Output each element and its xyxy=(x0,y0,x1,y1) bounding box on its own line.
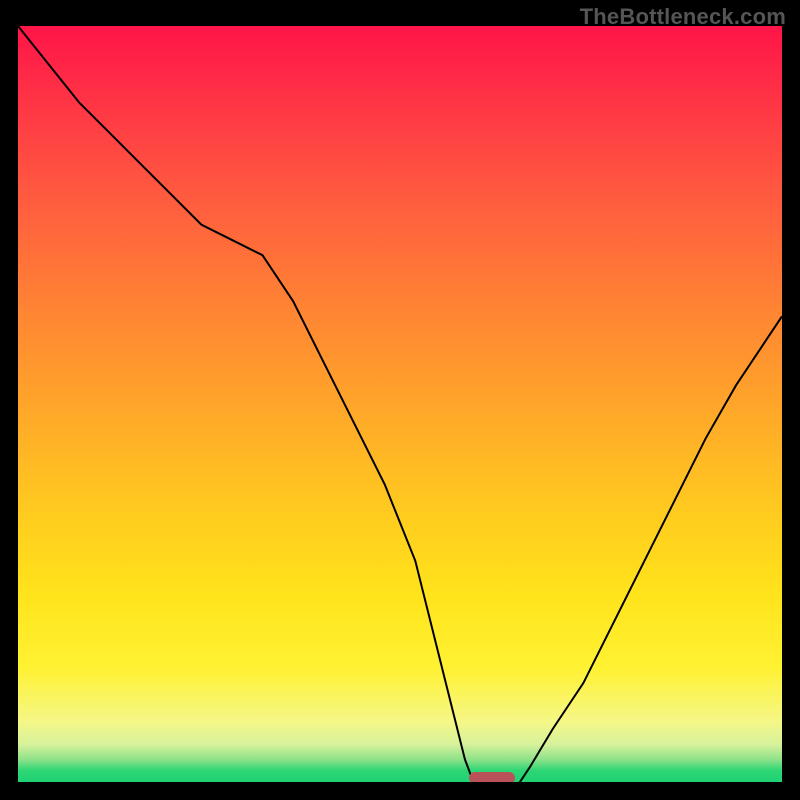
plot-area xyxy=(18,26,782,782)
optimal-marker xyxy=(469,772,515,782)
curve-svg xyxy=(18,26,782,782)
watermark-text: TheBottleneck.com xyxy=(580,4,786,30)
bottleneck-curve xyxy=(18,26,782,782)
chart-frame: TheBottleneck.com xyxy=(0,0,800,800)
